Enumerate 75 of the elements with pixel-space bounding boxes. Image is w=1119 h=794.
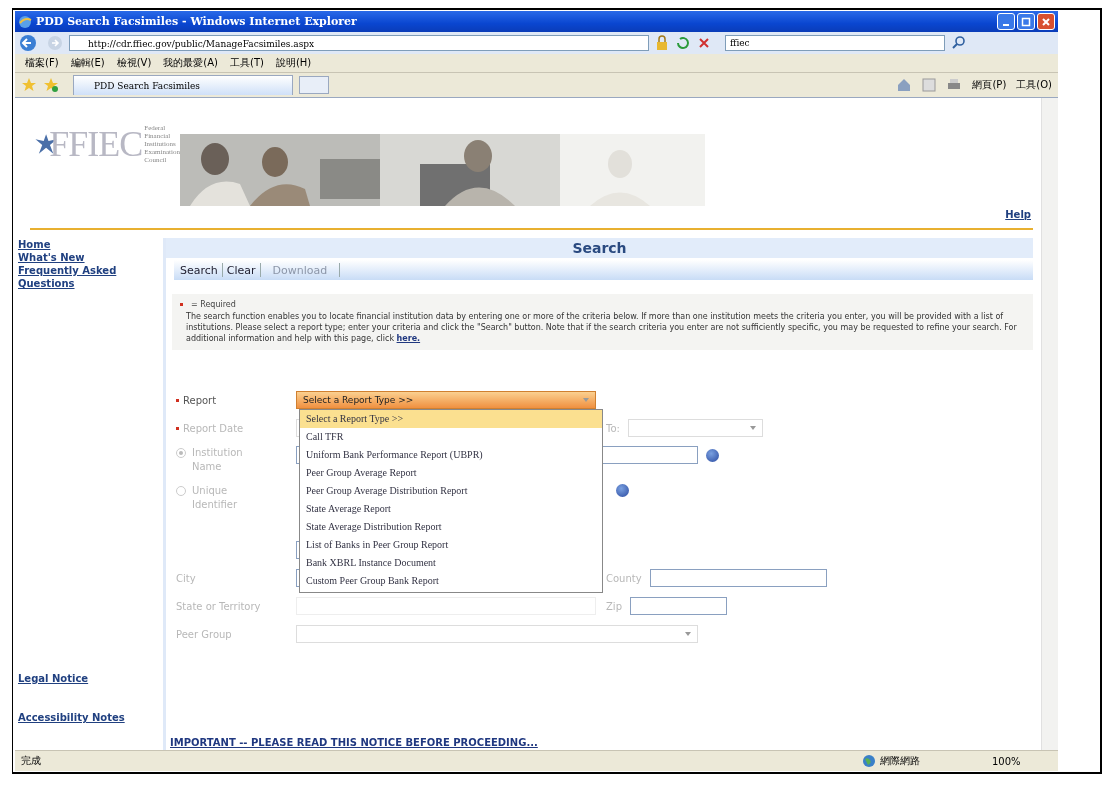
close-icon — [1041, 16, 1051, 27]
help-link[interactable]: Help — [1005, 209, 1031, 220]
dropdown-option[interactable]: State Average Report — [300, 500, 602, 518]
browser-tab[interactable]: PDD Search Facsimiles — [73, 75, 293, 95]
window-title: PDD Search Facsimiles - Windows Internet Explorer — [36, 15, 357, 28]
radio-label: Unique Identifier — [192, 484, 239, 512]
instructions-text: The search function enables you to locate financial institution data by entering one or more of the criteria below. If more than one institution meets the criteria you enter, you will be provided with a list of institutions. Please select a report type; enter your criteria and click the "Search" button. Note that if the search criteria you enter are not sufficiently specific, you may be requested to refine your search. For additional information and help with this page, click here. — [186, 311, 1018, 344]
nav-link[interactable]: What's New — [18, 251, 138, 264]
report-type-select[interactable]: Select a Report Type >> — [296, 391, 596, 409]
dropdown-option[interactable]: Select a Report Type >> — [300, 410, 602, 428]
dropdown-option[interactable]: Uniform Bank Performance Report (UBPR) — [300, 446, 602, 464]
field-label: State or Territory — [176, 600, 262, 612]
required-note: = Required — [191, 300, 236, 309]
address-field[interactable]: http://cdr.ffiec.gov/public/ManageFacsimiles.aspx — [69, 35, 649, 51]
dropdown-option[interactable]: Peer Group Average Distribution Report — [300, 482, 602, 500]
dropdown-option[interactable]: Call TFR — [300, 428, 602, 446]
nav-link[interactable]: Legal Notice — [18, 672, 138, 685]
required-bullet-icon — [180, 303, 183, 306]
notice-link[interactable]: IMPORTANT -- PLEASE READ THIS NOTICE BEFORE PROCEEDING... — [170, 737, 1033, 748]
dropdown-option[interactable]: Bank XBRL Instance Document — [300, 554, 602, 572]
help-icon[interactable] — [616, 484, 629, 497]
minimize-button[interactable] — [997, 13, 1015, 30]
dropdown-option[interactable]: State Average Distribution Report — [300, 518, 602, 536]
add-favorite-icon[interactable] — [43, 77, 59, 93]
menu-item[interactable]: 編輯(E) — [70, 56, 105, 70]
new-tab-button[interactable] — [299, 76, 329, 94]
minimize-icon — [1003, 23, 1009, 26]
menu-item[interactable]: 檔案(F) — [25, 56, 59, 70]
nav-link[interactable]: Accessibility Notes — [18, 711, 138, 724]
help-icon[interactable] — [706, 449, 719, 462]
field-label: Report Date — [183, 422, 244, 434]
dropdown-option[interactable]: List of Banks in Peer Group Report — [300, 536, 602, 554]
stop-icon[interactable] — [697, 36, 711, 50]
dropdown-option[interactable]: Custom Peer Group Bank Report — [300, 572, 602, 590]
action-link[interactable]: Search — [180, 263, 218, 277]
field-label: County — [606, 572, 642, 584]
page-menu[interactable]: 網頁(P) — [972, 78, 1007, 92]
zoom-control[interactable]: 100% — [992, 755, 1052, 767]
search-icon[interactable] — [951, 35, 967, 51]
dropdown-option[interactable]: Peer Group Average Report — [300, 464, 602, 482]
search-field[interactable]: ffiec — [725, 35, 945, 51]
field-label: Report — [183, 394, 217, 406]
field-label: Zip — [606, 600, 622, 612]
field-label: To: — [606, 422, 620, 434]
menu-item[interactable]: 檢視(V) — [116, 56, 152, 70]
logo-text: FFIEC — [49, 123, 143, 165]
page-title: Search — [166, 238, 1033, 258]
lock-icon — [655, 35, 669, 51]
maximize-icon — [1021, 16, 1031, 27]
refresh-icon[interactable] — [675, 35, 691, 51]
field-label: City — [176, 572, 197, 584]
peer-group-select[interactable] — [296, 625, 698, 643]
report-date-to-select[interactable] — [627, 419, 763, 437]
here-link[interactable]: here. — [396, 334, 421, 343]
menu-item[interactable]: 我的最愛(A) — [163, 56, 218, 70]
close-button[interactable] — [1037, 13, 1055, 30]
forward-icon[interactable] — [47, 35, 63, 51]
tools-menu[interactable]: 工具(O) — [1016, 78, 1052, 92]
maximize-button[interactable] — [1017, 13, 1035, 30]
zip-field[interactable] — [630, 597, 727, 615]
scrollbar[interactable] — [1041, 98, 1058, 750]
nav-link[interactable]: Home — [18, 238, 138, 251]
home-icon[interactable] — [896, 77, 913, 93]
field-label: Peer Group — [176, 628, 233, 640]
zone-text: 網際網路 — [880, 754, 920, 768]
nav-link[interactable]: Frequently Asked Questions — [18, 264, 138, 290]
menu-item[interactable]: 工具(T) — [230, 56, 264, 70]
status-text: 完成 — [21, 754, 41, 768]
county-field[interactable] — [649, 569, 827, 587]
menu-item[interactable]: 說明(H) — [275, 56, 312, 70]
radio-label: Institution Name — [192, 446, 244, 474]
browser-icon — [18, 14, 32, 29]
globe-icon — [862, 754, 876, 768]
action-link[interactable]: Clear — [226, 263, 256, 277]
star-icon[interactable] — [21, 77, 37, 93]
